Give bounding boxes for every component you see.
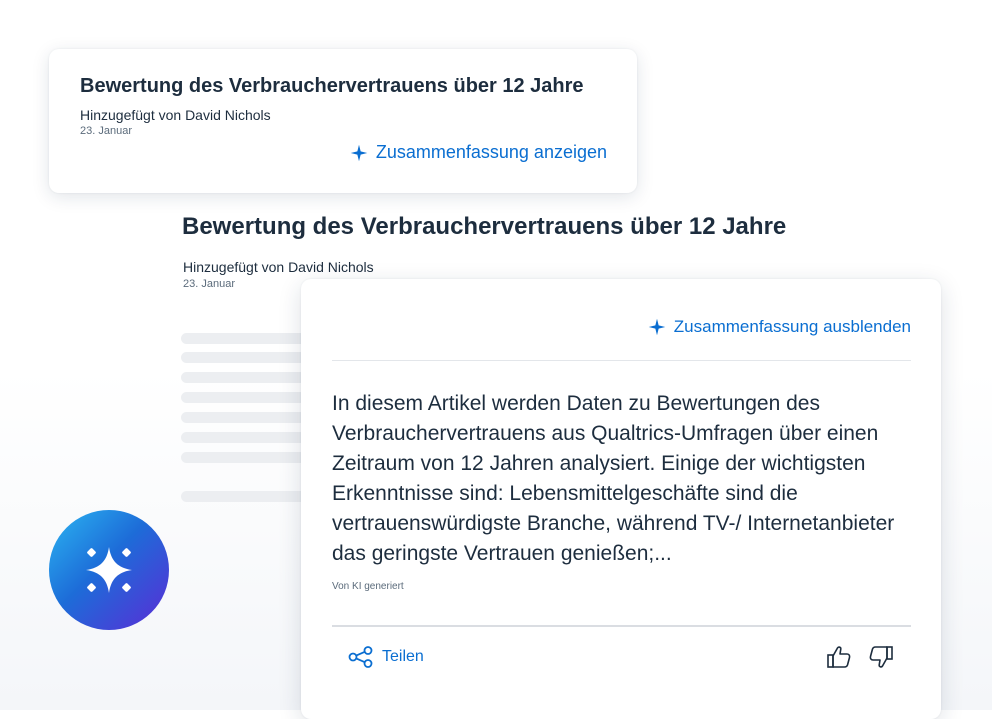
share-label: Teilen <box>382 648 424 665</box>
article-title: Bewertung des Verbrauchervertrauens über… <box>182 213 787 240</box>
article-preview-card: Bewertung des Verbrauchervertrauens über… <box>49 49 637 193</box>
show-summary-button[interactable]: Zusammenfassung anzeigen <box>350 142 607 163</box>
sparkle-icon <box>86 547 132 593</box>
thumbs-down-icon <box>869 646 893 668</box>
summary-text: In diesem Artikel werden Daten zu Bewert… <box>332 392 895 565</box>
ai-badge <box>49 510 169 630</box>
placeholder-line <box>181 333 311 344</box>
share-button[interactable]: Teilen <box>348 646 424 668</box>
preview-card-date: 23. Januar <box>80 125 132 137</box>
placeholder-line <box>181 392 311 403</box>
preview-card-title: Bewertung des Verbrauchervertrauens über… <box>80 75 584 97</box>
article-author: Hinzugefügt von David Nichols <box>183 259 374 275</box>
ai-generated-note: Von KI generiert <box>332 581 404 592</box>
placeholder-line <box>181 352 311 363</box>
placeholder-line <box>181 432 311 443</box>
share-icon <box>348 646 373 668</box>
thumbs-up-icon <box>827 646 851 668</box>
placeholder-line <box>181 372 311 383</box>
placeholder-line <box>181 412 311 423</box>
placeholder-line <box>181 452 311 463</box>
hide-summary-button[interactable]: Zusammenfassung ausblenden <box>648 317 911 337</box>
sparkle-icon <box>648 318 666 336</box>
ai-summary-panel: Zusammenfassung ausblenden In diesem Art… <box>301 279 941 719</box>
hide-summary-label: Zusammenfassung ausblenden <box>673 317 911 336</box>
thumbs-up-button[interactable] <box>825 643 853 671</box>
divider <box>332 625 911 627</box>
preview-card-author: Hinzugefügt von David Nichols <box>80 107 271 123</box>
placeholder-line <box>181 491 311 502</box>
show-summary-label: Zusammenfassung anzeigen <box>375 142 607 162</box>
article-date: 23. Januar <box>183 278 235 290</box>
feedback-group <box>825 643 895 671</box>
thumbs-down-button[interactable] <box>867 643 895 671</box>
sparkle-icon <box>350 144 368 161</box>
divider <box>332 360 911 361</box>
